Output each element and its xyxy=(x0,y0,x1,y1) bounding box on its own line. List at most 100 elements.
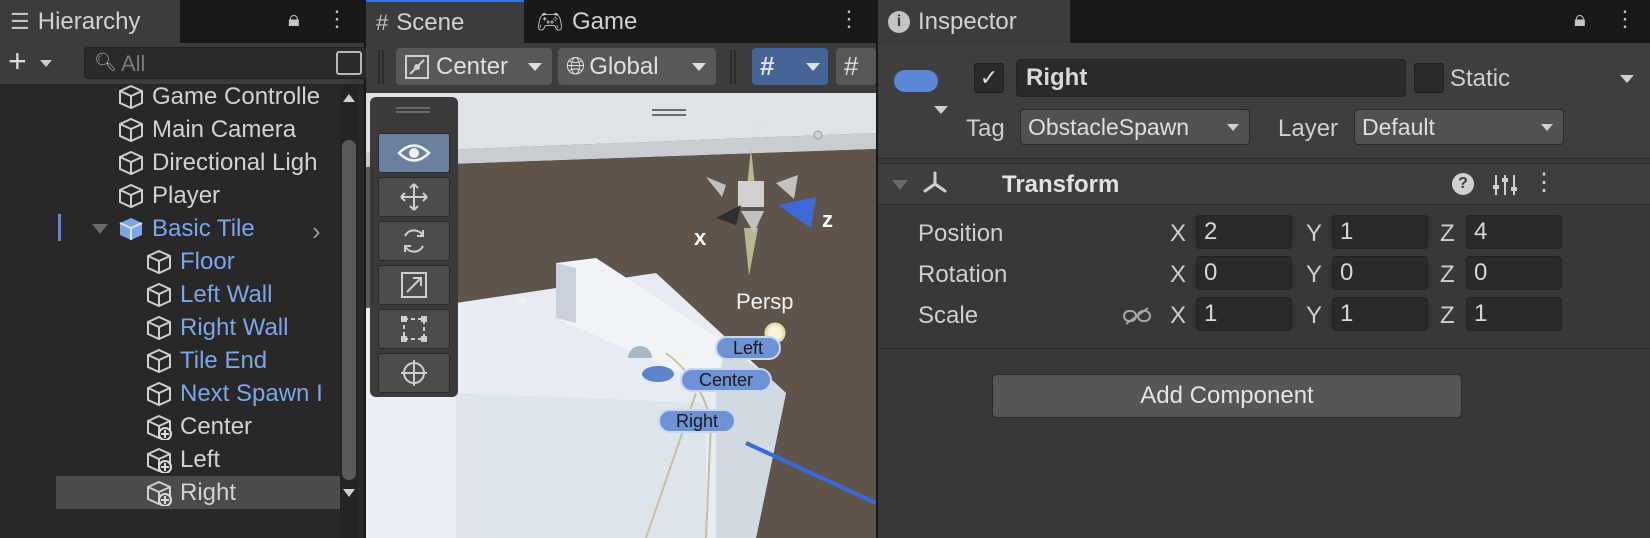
add-component-button[interactable]: Add Component xyxy=(992,374,1462,418)
add-component-label: Add Component xyxy=(1140,382,1314,409)
more-options-icon[interactable]: ⋮ xyxy=(1532,168,1556,197)
scene-label-center-text: Center xyxy=(698,369,754,390)
hierarchy-item-basic-tile[interactable]: Basic Tile xyxy=(118,212,332,245)
layer-value: Default xyxy=(1362,113,1435,140)
hierarchy-item-left-wall[interactable]: Left Wall xyxy=(146,278,336,311)
pivot-mode-label: Center xyxy=(436,52,509,80)
scale-y-axis-label: Y xyxy=(1306,302,1323,329)
scale-x-field[interactable]: 1 xyxy=(1196,297,1292,331)
transform-tool-button[interactable] xyxy=(378,353,450,393)
help-icon[interactable]: ? xyxy=(1452,173,1474,195)
scene-label-left[interactable]: Left xyxy=(715,336,781,360)
position-x-field[interactable]: 2 xyxy=(1196,215,1292,249)
static-checkbox[interactable] xyxy=(1414,63,1444,93)
rotate-tool-button[interactable] xyxy=(378,221,450,261)
presets-icon[interactable] xyxy=(1492,173,1518,197)
scroll-up-icon[interactable] xyxy=(343,94,355,102)
lock-icon[interactable]: 🔒︎ xyxy=(1574,6,1586,32)
active-checkbox[interactable]: ✓ xyxy=(974,63,1004,93)
hierarchy-search-input[interactable]: 🔍︎ All xyxy=(84,47,368,79)
hierarchy-item-label: Left Wall xyxy=(180,280,273,308)
tag-dropdown[interactable]: ObstacleSpawn xyxy=(1020,109,1250,145)
tab-hierarchy[interactable]: ☰ Hierarchy xyxy=(0,0,180,43)
grid-snapping-button[interactable]: # xyxy=(752,48,828,85)
prefab-selection-marker xyxy=(58,214,61,241)
increment-snap-button[interactable]: # xyxy=(836,48,876,85)
rotation-x-value: 0 xyxy=(1204,259,1218,286)
increment-snap-icon: # xyxy=(844,51,859,81)
position-z-field[interactable]: 4 xyxy=(1466,215,1562,249)
tab-scene[interactable]: # Scene xyxy=(366,0,524,43)
hierarchy-item-label: Next Spawn I xyxy=(180,379,323,407)
move-tool-button[interactable] xyxy=(378,177,450,217)
add-object-button[interactable]: + xyxy=(8,43,27,80)
object-name-field[interactable]: Right xyxy=(1016,59,1406,97)
hierarchy-item-next-spawn[interactable]: Next Spawn I xyxy=(146,377,336,410)
scroll-down-icon[interactable] xyxy=(343,489,355,497)
tag-label: Tag xyxy=(966,115,1005,142)
tools-overlay xyxy=(370,97,458,397)
position-y-axis-label: Y xyxy=(1306,220,1323,247)
search-options-icon[interactable] xyxy=(336,51,362,75)
rotation-y-value: 0 xyxy=(1340,259,1354,286)
chevron-down-icon[interactable] xyxy=(1620,75,1634,83)
hierarchy-item-left[interactable]: Left xyxy=(146,443,336,476)
rect-tool-button[interactable] xyxy=(378,309,450,349)
added-gameobject-icon xyxy=(147,447,172,473)
inspector-tabbar: i Inspector 🔒︎ ⋮ xyxy=(878,0,1650,43)
more-options-icon[interactable]: ⋮ xyxy=(326,6,348,32)
chevron-down-icon[interactable] xyxy=(40,60,52,67)
hierarchy-tabbar: ☰ Hierarchy 🔒︎ ⋮ xyxy=(0,0,364,43)
rotation-y-field[interactable]: 0 xyxy=(1332,256,1428,290)
scene-label-center[interactable]: Center xyxy=(680,368,772,392)
projection-label[interactable]: Persp xyxy=(736,289,793,315)
gameobject-icon xyxy=(147,315,171,340)
scene-label-right-text: Right xyxy=(675,410,719,431)
position-x-value: 2 xyxy=(1204,218,1218,245)
chevron-down-icon[interactable] xyxy=(92,224,108,234)
pivot-mode-dropdown[interactable]: Center xyxy=(396,48,552,85)
view-tool-button[interactable] xyxy=(378,133,450,173)
tab-inspector[interactable]: i Inspector xyxy=(878,0,1070,43)
more-options-icon[interactable]: ⋮ xyxy=(838,6,860,32)
hierarchy-item-right-wall[interactable]: Right Wall xyxy=(146,311,336,344)
scale-y-field[interactable]: 1 xyxy=(1332,297,1428,331)
hierarchy-item-right[interactable]: Right xyxy=(56,476,340,509)
pivot-rotation-label: Global xyxy=(589,52,659,80)
pivot-rotation-dropdown[interactable]: 🌐︎ Global xyxy=(558,48,716,85)
hierarchy-item-label: Main Camera xyxy=(152,115,297,143)
info-icon: i xyxy=(888,10,910,33)
constrain-proportions-icon[interactable] xyxy=(1122,306,1152,326)
rotation-x-field[interactable]: 0 xyxy=(1196,256,1292,290)
hierarchy-item-center[interactable]: Center xyxy=(146,410,336,443)
rotation-z-field[interactable]: 0 xyxy=(1466,256,1562,290)
scale-z-field[interactable]: 1 xyxy=(1466,297,1562,331)
hierarchy-item-tile-end[interactable]: Tile End xyxy=(146,344,336,377)
hierarchy-item-label: Basic Tile xyxy=(152,214,255,242)
position-z-value: 4 xyxy=(1474,218,1488,245)
position-y-value: 1 xyxy=(1340,218,1354,245)
search-placeholder: All xyxy=(121,51,146,76)
tab-inspector-label: Inspector xyxy=(918,7,1017,35)
scale-y-value: 1 xyxy=(1340,300,1354,327)
gameobject-icon xyxy=(119,117,143,142)
chevron-down-icon[interactable] xyxy=(934,106,948,114)
overlay-grip[interactable] xyxy=(396,107,430,113)
hierarchy-item-floor[interactable]: Floor xyxy=(146,245,336,278)
gizmo-axis-x-label: x xyxy=(694,225,707,250)
tab-game[interactable]: 🎮︎ Game xyxy=(526,0,676,43)
rotation-x-axis-label: X xyxy=(1170,261,1187,288)
layer-dropdown[interactable]: Default xyxy=(1354,109,1564,145)
object-icon[interactable] xyxy=(894,70,938,92)
scrollbar-thumb[interactable] xyxy=(342,140,356,480)
move-icon xyxy=(400,183,428,211)
position-y-field[interactable]: 1 xyxy=(1332,215,1428,249)
chevron-right-icon[interactable]: › xyxy=(312,216,321,247)
hierarchy-scrollbar[interactable] xyxy=(340,85,358,538)
transform-component-header[interactable]: Transform ? ⋮ xyxy=(878,163,1650,205)
scale-tool-button[interactable] xyxy=(378,265,450,305)
more-options-icon[interactable]: ⋮ xyxy=(1614,6,1636,32)
lock-icon[interactable]: 🔒︎ xyxy=(288,6,300,32)
foldout-arrow-icon[interactable] xyxy=(892,180,908,190)
scene-label-right[interactable]: Right xyxy=(658,409,736,433)
